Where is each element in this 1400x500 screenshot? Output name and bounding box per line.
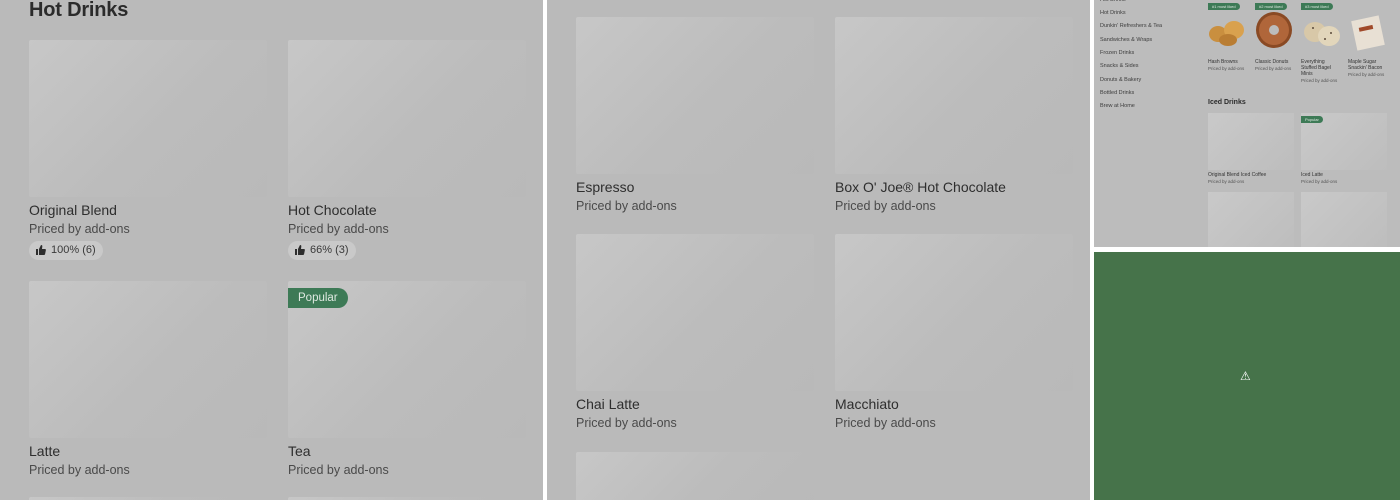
item-name: Maple Sugar Snackin' Bacon: [1348, 59, 1383, 71]
most-liked-badge: #1 most liked: [1208, 3, 1240, 10]
warning-icon: ⚠: [1240, 369, 1251, 383]
item-image[interactable]: [576, 452, 814, 500]
category-nav-item[interactable]: Donuts & Bakery: [1100, 77, 1141, 83]
item-price: Priced by add-ons: [1301, 179, 1338, 184]
item-price: Priced by add-ons: [1348, 72, 1385, 77]
broken-content-panel: ⚠: [1094, 252, 1400, 500]
category-nav-item[interactable]: Snacks & Sides: [1100, 63, 1139, 69]
category-nav-item[interactable]: Sandwiches & Wraps: [1100, 37, 1152, 43]
menu-panel-hot-drinks-continued: Espresso Priced by add-ons Box O' Joe® H…: [547, 0, 1090, 500]
item-name: Iced Latte: [1301, 172, 1323, 178]
item-price: Priced by add-ons: [1301, 78, 1338, 83]
item-image[interactable]: [29, 40, 267, 197]
most-liked-badge: #2 most liked: [1255, 3, 1287, 10]
item-price: Priced by add-ons: [576, 199, 677, 213]
item-name: Original Blend Iced Coffee: [1208, 172, 1267, 178]
item-name: Latte: [29, 443, 61, 459]
item-price: Priced by add-ons: [835, 199, 936, 213]
item-image[interactable]: [29, 281, 267, 438]
section-title: Hot Drinks: [29, 0, 129, 21]
rating-text: 100% (6): [51, 244, 96, 256]
item-image[interactable]: [576, 17, 814, 174]
item-name: Hot Chocolate: [288, 202, 377, 218]
popular-badge: Popular: [1301, 116, 1323, 123]
rating-badge: 66% (3): [288, 241, 356, 260]
item-price: Priced by add-ons: [835, 416, 936, 430]
item-price: Priced by add-ons: [1255, 66, 1292, 71]
rating-text: 66% (3): [310, 244, 349, 256]
popular-badge: Popular: [288, 288, 348, 308]
menu-panel-hot-drinks: Hot Drinks Original Blend Priced by add-…: [0, 0, 543, 500]
item-price: Priced by add-ons: [288, 463, 389, 477]
bacon-image[interactable]: [1348, 6, 1388, 52]
rating-badge: 100% (6): [29, 241, 103, 260]
item-image[interactable]: [835, 17, 1073, 174]
item-name: Box O' Joe® Hot Chocolate: [835, 179, 1006, 195]
section-title: Iced Drinks: [1208, 99, 1246, 106]
item-image[interactable]: [1208, 192, 1294, 247]
category-nav-item[interactable]: Bottled Drinks: [1100, 90, 1134, 96]
item-image[interactable]: [835, 234, 1073, 391]
item-name: Espresso: [576, 179, 635, 195]
item-price: Priced by add-ons: [29, 463, 130, 477]
item-price: Priced by add-ons: [29, 222, 130, 236]
most-liked-badge: #3 most liked: [1301, 3, 1333, 10]
item-image[interactable]: [1208, 113, 1294, 170]
item-image[interactable]: [288, 40, 526, 197]
item-name: Hash Browns: [1208, 59, 1238, 65]
category-nav-item[interactable]: Brew at Home: [1100, 103, 1135, 109]
item-image[interactable]: [1301, 192, 1387, 247]
item-name: Chai Latte: [576, 396, 640, 412]
thumbs-up-icon: [36, 245, 46, 255]
category-nav-item[interactable]: Hot Drinks: [1100, 10, 1126, 16]
item-price: Priced by add-ons: [1208, 66, 1245, 71]
item-price: Priced by add-ons: [576, 416, 677, 430]
category-nav-item[interactable]: Hot Drinks: [1100, 0, 1126, 3]
item-image[interactable]: [576, 234, 814, 391]
thumbs-up-icon: [295, 245, 305, 255]
item-name: Everything Stuffed Bagel Minis: [1301, 59, 1331, 77]
item-name: Tea: [288, 443, 311, 459]
bagel-image[interactable]: [1301, 8, 1341, 54]
donut-image[interactable]: [1254, 6, 1294, 52]
item-price: Priced by add-ons: [1208, 179, 1245, 184]
category-nav-item[interactable]: Frozen Drinks: [1100, 50, 1134, 56]
hash-browns-image[interactable]: [1208, 8, 1248, 54]
item-price: Priced by add-ons: [288, 222, 389, 236]
item-name: Classic Donuts: [1255, 59, 1289, 65]
item-name: Original Blend: [29, 202, 117, 218]
category-nav-item[interactable]: Dunkin' Refreshers & Tea: [1100, 23, 1162, 29]
item-name: Macchiato: [835, 396, 899, 412]
menu-panel-overview: Hot Drinks Hot Drinks Dunkin' Refreshers…: [1094, 0, 1400, 247]
